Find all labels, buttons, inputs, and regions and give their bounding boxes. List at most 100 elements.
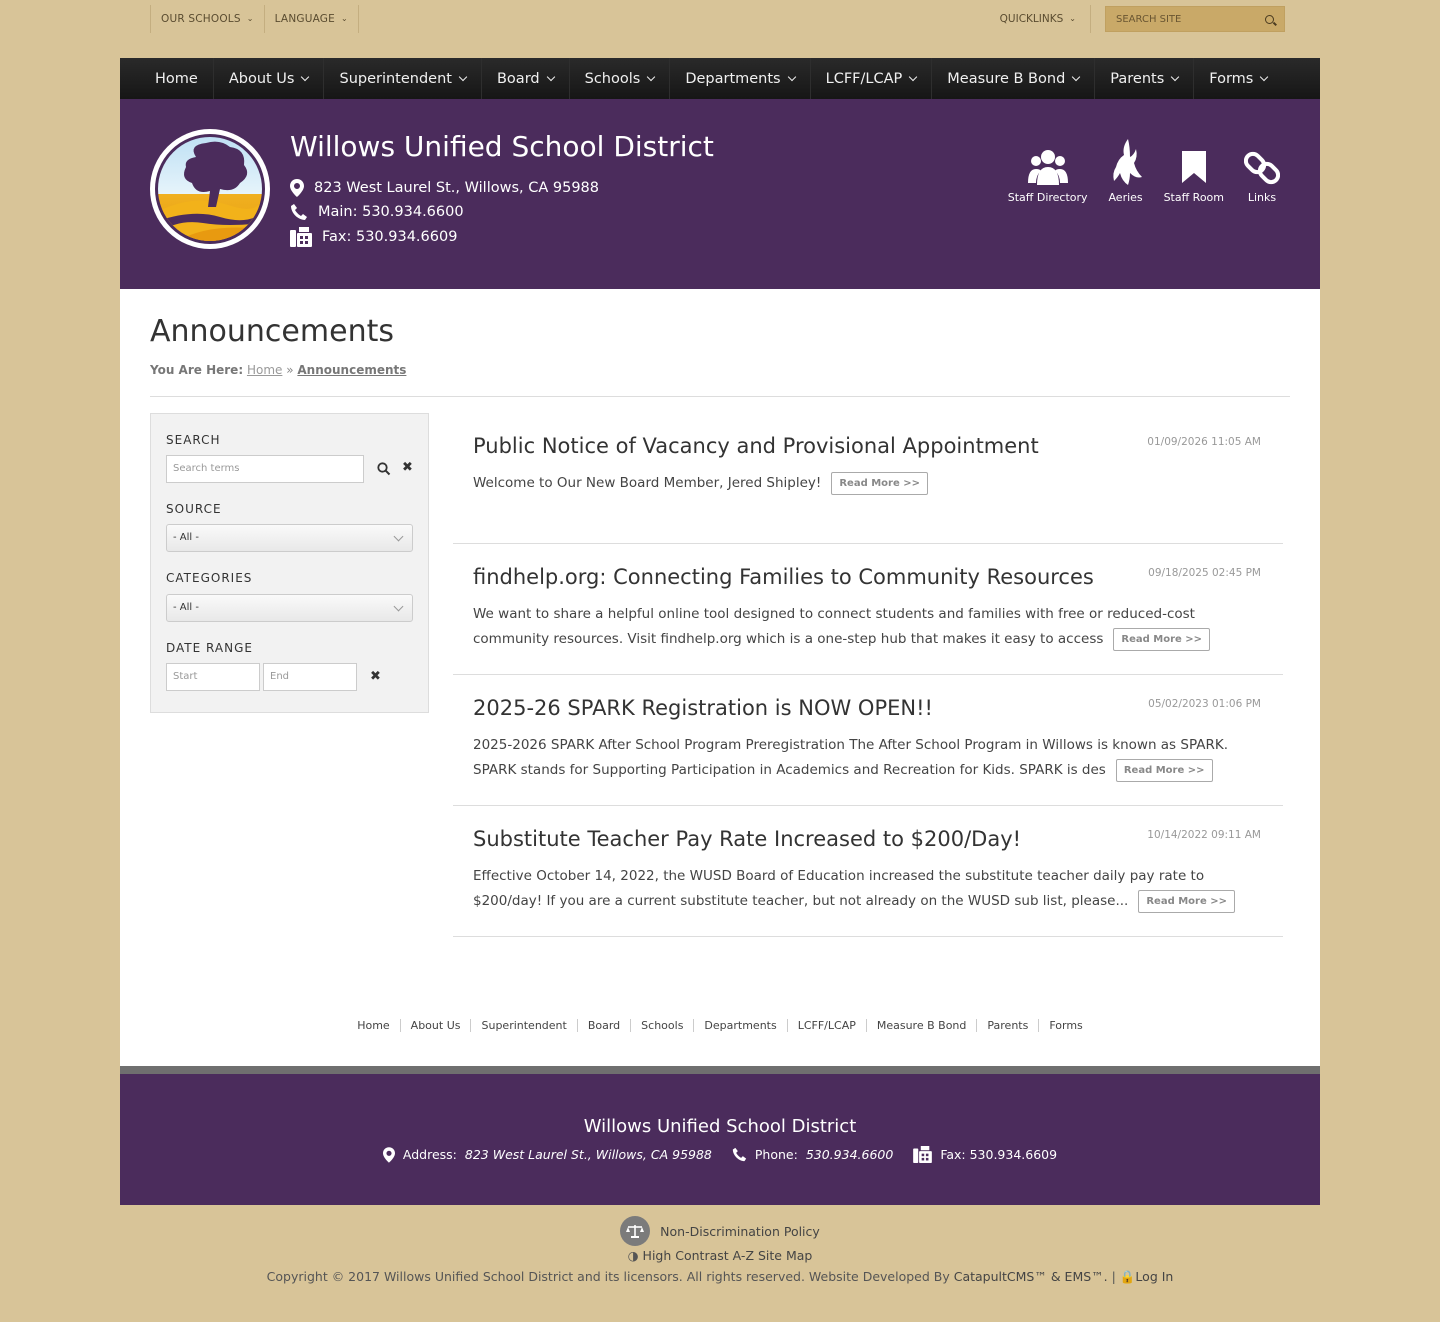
quicklinks-dropdown[interactable]: QUICKLINKS ⌄ (990, 5, 1091, 33)
main-nav: Home About Us Superintendent Board Schoo… (120, 58, 1320, 99)
nav-lcff-lcap[interactable]: LCFF/LCAP (811, 58, 933, 99)
copyright-text: Copyright © 2017 Willows Unified School … (266, 1269, 950, 1284)
utility-left: OUR SCHOOLS ⌄ LANGUAGE ⌄ (150, 5, 359, 33)
users-icon (1027, 150, 1068, 185)
nav-label: Forms (1209, 70, 1254, 87)
chevron-down-icon (393, 601, 404, 612)
language-dropdown[interactable]: LANGUAGE ⌄ (263, 5, 359, 33)
end-date-input[interactable]: End (263, 663, 357, 691)
staff-directory-label: Staff Directory (1007, 191, 1088, 204)
fax-icon (913, 1146, 933, 1163)
clear-search-icon[interactable]: ✖ (402, 460, 413, 475)
header-address-text: 823 West Laurel St., Willows, CA 95988 (314, 180, 600, 196)
footer-nav-board[interactable]: Board (578, 1019, 632, 1032)
staff-room-label: Staff Room (1163, 191, 1224, 204)
header-phone: Main: 530.934.6600 (290, 203, 464, 221)
non-discrimination-row: Non-Discrimination Policy (0, 1216, 1440, 1246)
footer-divider-bar (120, 1066, 1320, 1074)
staff-directory-link[interactable]: Staff Directory (998, 147, 1098, 204)
read-more-button[interactable]: Read More >> (1113, 627, 1211, 651)
cms-link[interactable]: CatapultCMS™ & EMS™. (954, 1269, 1108, 1284)
footer-nav-parents[interactable]: Parents (977, 1019, 1040, 1032)
links-label: Links (1247, 191, 1277, 204)
footer-phone-label: Phone: (754, 1147, 798, 1162)
footer-nav-schools[interactable]: Schools (631, 1019, 695, 1032)
site-map-link[interactable]: A-Z Site Map (733, 1248, 813, 1263)
aeries-label: Aeries (1108, 191, 1143, 204)
phone-icon (291, 204, 307, 220)
nav-board[interactable]: Board (482, 58, 570, 99)
our-schools-dropdown[interactable]: OUR SCHOOLS ⌄ (150, 5, 264, 33)
eagle-icon (1112, 139, 1142, 185)
breadcrumb-home[interactable]: Home (247, 363, 282, 377)
search-icon[interactable] (377, 462, 391, 476)
article-title[interactable]: Substitute Teacher Pay Rate Increased to… (473, 827, 1021, 851)
nav-home[interactable]: Home (140, 58, 214, 99)
fax-icon (290, 227, 312, 247)
footer-nav-lcff-lcap[interactable]: LCFF/LCAP (788, 1019, 867, 1032)
utility-bar: OUR SCHOOLS ⌄ LANGUAGE ⌄ QUICKLINKS ⌄ SE… (0, 0, 1440, 40)
footer-fax-text: Fax: 530.934.6609 (940, 1147, 1058, 1162)
footer-nav-measure-b-bond[interactable]: Measure B Bond (867, 1019, 978, 1032)
categories-select[interactable]: - All - (166, 594, 413, 622)
search-terms-input[interactable]: Search terms (166, 455, 364, 483)
footer-fax: Fax: 530.934.6609 (913, 1146, 1057, 1163)
log-in-link[interactable]: Log In (1135, 1269, 1173, 1284)
nav-label: Departments (685, 70, 781, 87)
footer-nav-forms[interactable]: Forms (1039, 1019, 1092, 1032)
search-icon[interactable] (1265, 14, 1274, 24)
quicklinks-label: QUICKLINKS (999, 13, 1064, 25)
footer-nav-superintendent[interactable]: Superintendent (471, 1019, 578, 1032)
district-title[interactable]: Willows Unified School District (290, 130, 714, 163)
read-more-button[interactable]: Read More >> (1115, 758, 1213, 782)
categories-label: CATEGORIES (166, 571, 253, 585)
read-more-button[interactable]: Read More >> (1138, 889, 1235, 913)
nav-measure-b-bond[interactable]: Measure B Bond (932, 58, 1096, 99)
article-summary: 2025-2026 SPARK After School Program Pre… (473, 733, 1263, 783)
high-contrast-link[interactable]: High Contrast (643, 1248, 729, 1263)
footer-address: Address: 823 West Laurel St., Willows, C… (382, 1146, 712, 1163)
nav-about-us[interactable]: About Us (214, 58, 325, 99)
map-marker-icon (382, 1146, 395, 1163)
source-select[interactable]: - All - (166, 524, 413, 552)
district-logo[interactable] (150, 129, 270, 249)
our-schools-label: OUR SCHOOLS (161, 13, 241, 25)
article-title[interactable]: findhelp.org: Connecting Families to Com… (473, 565, 1094, 589)
links-link[interactable]: Links (1234, 147, 1290, 204)
nav-forms[interactable]: Forms (1194, 58, 1282, 99)
start-date-input[interactable]: Start (166, 663, 260, 691)
separator: | (1111, 1269, 1116, 1284)
nav-superintendent[interactable]: Superintendent (324, 58, 482, 99)
article-title[interactable]: 2025-26 SPARK Registration is NOW OPEN!! (473, 696, 933, 720)
article-date: 01/09/2026 11:05 AM (1147, 436, 1261, 448)
source-select-value: - All - (173, 532, 199, 543)
read-more-button[interactable]: Read More >> (831, 471, 928, 495)
utility-right: QUICKLINKS ⌄ SEARCH SITE (990, 5, 1285, 33)
chevron-down-icon: ⌄ (246, 14, 254, 23)
filter-panel: SEARCH Search terms ✖ SOURCE - All - CAT… (150, 413, 429, 713)
bookmark-icon (1181, 151, 1206, 183)
clear-dates-icon[interactable]: ✖ (370, 669, 381, 684)
site-footer: Willows Unified School District Address:… (120, 1074, 1320, 1205)
nav-departments[interactable]: Departments (670, 58, 811, 99)
site-search-input[interactable]: SEARCH SITE (1105, 6, 1285, 32)
chevron-down-icon (1072, 72, 1081, 81)
article-title[interactable]: Public Notice of Vacancy and Provisional… (473, 434, 1039, 458)
footer-nav-about-us[interactable]: About Us (401, 1019, 472, 1032)
staff-room-link[interactable]: Staff Room (1154, 147, 1234, 204)
footer-phone: Phone: 530.934.6600 (732, 1147, 893, 1162)
footer-nav: Home About Us Superintendent Board Schoo… (120, 1019, 1320, 1032)
footer-nav-home[interactable]: Home (347, 1019, 401, 1032)
breadcrumb-current[interactable]: Announcements (297, 363, 406, 377)
nav-schools[interactable]: Schools (570, 58, 671, 99)
nav-parents[interactable]: Parents (1095, 58, 1195, 99)
divider (150, 396, 1290, 397)
aeries-link[interactable]: Aeries (1098, 139, 1154, 204)
nav-label: Measure B Bond (947, 70, 1066, 87)
footer-nav-departments[interactable]: Departments (694, 1019, 788, 1032)
date-range-label: DATE RANGE (166, 641, 253, 655)
non-discrimination-link[interactable]: Non-Discrimination Policy (660, 1224, 820, 1239)
footer-phone-text[interactable]: 530.934.6600 (806, 1147, 893, 1162)
page-title: Announcements (150, 314, 394, 349)
contrast-icon: ◑ (627, 1248, 639, 1263)
